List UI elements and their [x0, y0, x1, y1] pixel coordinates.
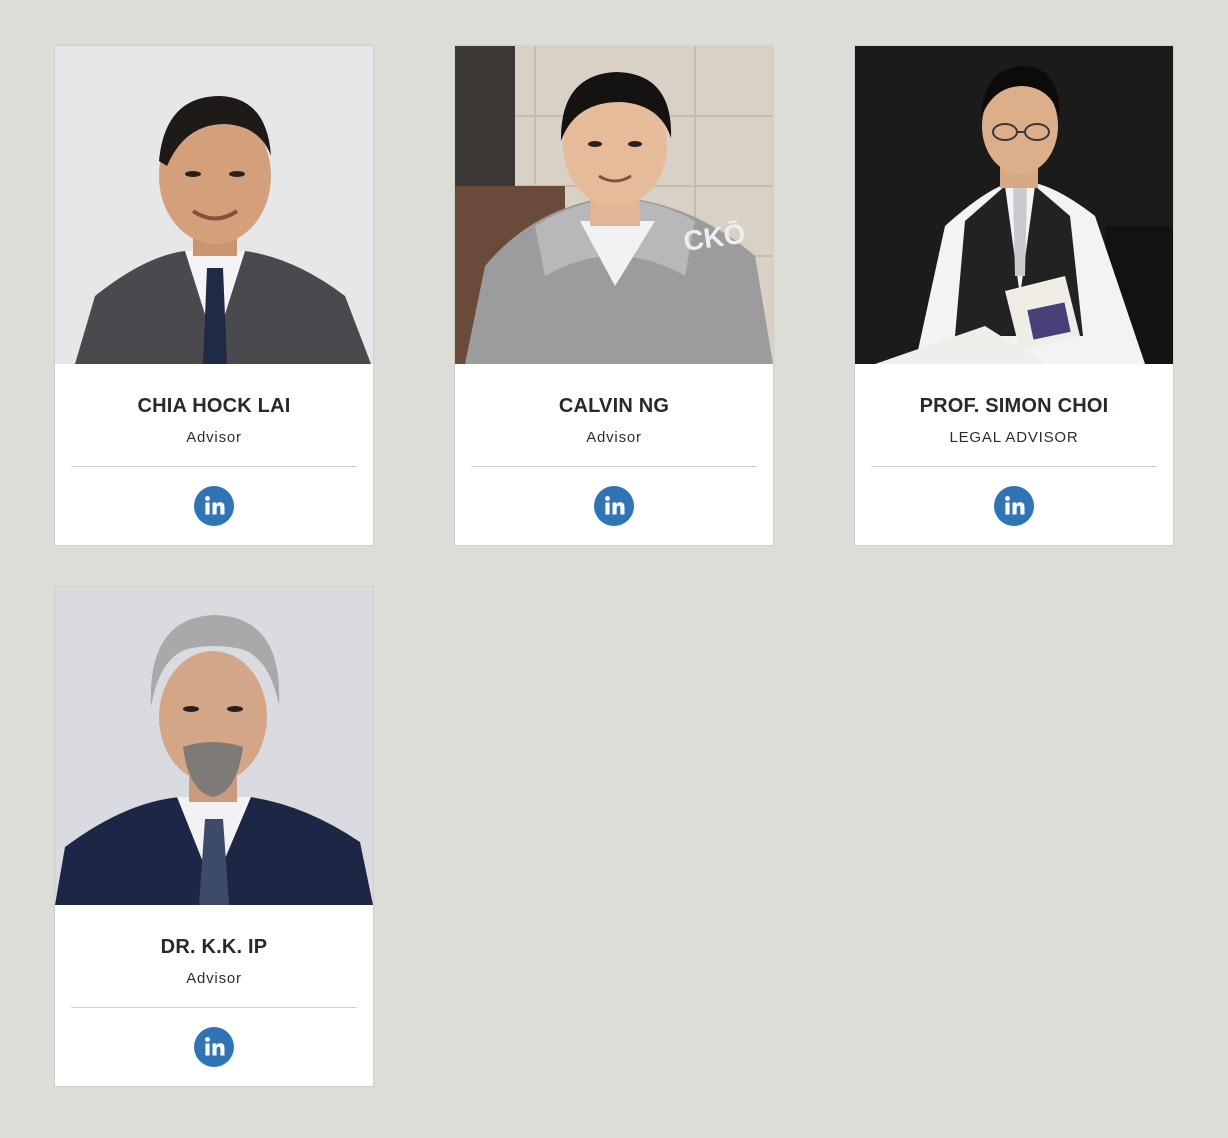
advisor-photo: [855, 46, 1173, 364]
linkedin-icon[interactable]: [194, 1027, 234, 1067]
advisor-role: Advisor: [586, 429, 642, 446]
advisor-name: DR. K.K. IP: [160, 936, 268, 958]
advisor-photo: [55, 587, 373, 905]
advisor-card-calvin-ng: CKŌ CALVIN NG Advisor: [455, 46, 773, 545]
linkedin-icon[interactable]: [594, 486, 634, 526]
divider: [71, 466, 357, 467]
divider: [871, 466, 1157, 467]
advisor-card-simon-choi: PROF. SIMON CHOI LEGAL ADVISOR: [855, 46, 1173, 545]
advisor-card-kk-ip: DR. K.K. IP Advisor: [55, 587, 373, 1086]
divider: [471, 466, 757, 467]
linkedin-icon[interactable]: [994, 486, 1034, 526]
linkedin-icon[interactable]: [194, 486, 234, 526]
advisor-role: LEGAL ADVISOR: [949, 429, 1079, 446]
divider: [71, 1007, 357, 1008]
advisor-role: Advisor: [186, 429, 242, 446]
advisor-card-chia-hock-lai: CHIA HOCK LAI Advisor: [55, 46, 373, 545]
advisor-name: CALVIN NG: [558, 395, 670, 417]
advisor-photo: [55, 46, 373, 364]
advisor-name: CHIA HOCK LAI: [137, 395, 291, 417]
advisor-name: PROF. SIMON CHOI: [919, 395, 1109, 417]
advisor-photo: CKŌ: [455, 46, 773, 364]
advisor-role: Advisor: [186, 970, 242, 987]
